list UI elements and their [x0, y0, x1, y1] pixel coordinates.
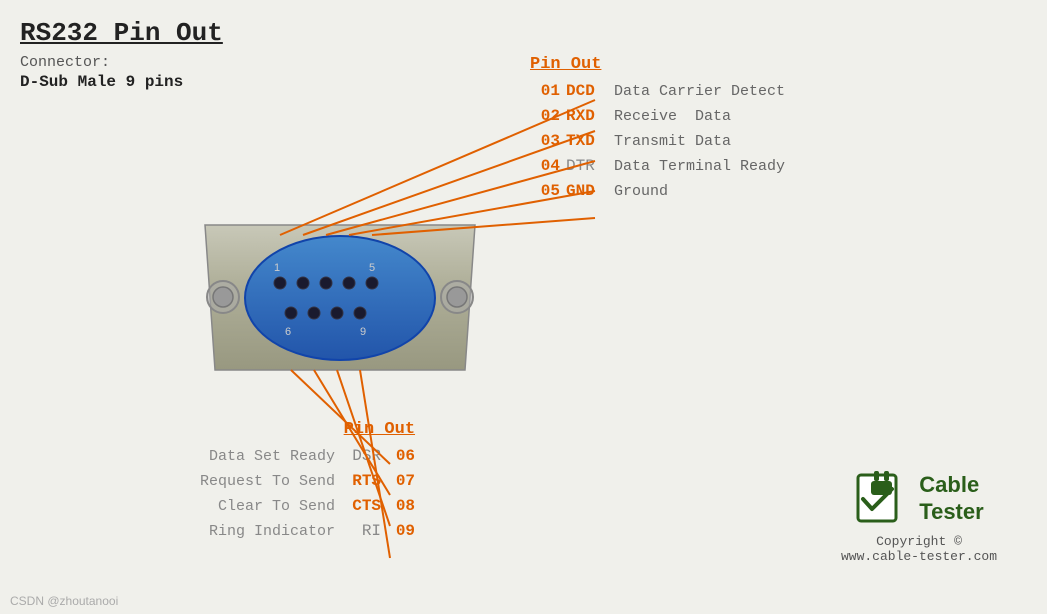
pin-num-07: 07 [385, 472, 415, 490]
cable-tester-logo: Cable Tester Copyright © www.cable-teste… [841, 471, 997, 564]
pin-desc-txd: Transmit Data [614, 133, 731, 150]
svg-text:6: 6 [285, 326, 291, 338]
pin-num-02: 02 [530, 107, 560, 125]
pin-entry-02: 02 RXD Receive Data [530, 107, 785, 125]
pin-desc-rxd: Receive Data [614, 108, 731, 125]
connector-label: Connector: [20, 54, 223, 71]
bottom-pin-list: Pin Out Data Set Ready DSR 06 Request To… [200, 420, 415, 547]
pin-entry-03: 03 TXD Transmit Data [530, 132, 785, 150]
pin-desc-ri: Ring Indicator [209, 523, 335, 540]
pin-entry-07: Request To Send RTS 07 [200, 472, 415, 490]
pin-num-08: 08 [385, 497, 415, 515]
pin-desc-rts: Request To Send [200, 473, 335, 490]
cable-tester-icon [854, 471, 909, 526]
pin-entry-05: 05 GND Ground [530, 182, 785, 200]
pin-abbr-dtr: DTR [566, 157, 606, 175]
top-pin-list: Pin Out 01 DCD Data Carrier Detect 02 RX… [530, 55, 785, 207]
logo-line2: Tester [919, 499, 983, 525]
pin-abbr-cts: CTS [343, 497, 381, 515]
pin-abbr-gnd: GND [566, 182, 606, 200]
svg-text:1: 1 [274, 262, 280, 274]
pin-abbr-ri: RI [343, 522, 381, 540]
pin-num-06: 06 [385, 447, 415, 465]
top-pin-header: Pin Out [530, 55, 785, 74]
pin-num-04: 04 [530, 157, 560, 175]
pin-desc-dcd: Data Carrier Detect [614, 83, 785, 100]
bottom-pin-header: Pin Out [200, 420, 415, 439]
pin-desc-dsr: Data Set Ready [209, 448, 335, 465]
main-container: RS232 Pin Out Connector: D-Sub Male 9 pi… [0, 0, 1047, 614]
connector-svg: 1 5 6 9 [195, 195, 485, 405]
pin-entry-08: Clear To Send CTS 08 [200, 497, 415, 515]
pin-num-09: 09 [385, 522, 415, 540]
copyright-text: Copyright © [876, 534, 962, 549]
pin-desc-cts: Clear To Send [218, 498, 335, 515]
pin-num-03: 03 [530, 132, 560, 150]
logo-line1: Cable [919, 472, 983, 498]
connector-type: D-Sub Male 9 pins [20, 73, 223, 91]
pin-abbr-dcd: DCD [566, 82, 606, 100]
logo-text: Cable Tester [919, 472, 983, 525]
pin-num-05: 05 [530, 182, 560, 200]
pin-desc-dtr: Data Terminal Ready [614, 158, 785, 175]
website-url: www.cable-tester.com [841, 549, 997, 564]
pin-abbr-dsr: DSR [343, 447, 381, 465]
pin-abbr-rxd: RXD [566, 107, 606, 125]
title-area: RS232 Pin Out Connector: D-Sub Male 9 pi… [20, 18, 223, 91]
page-title: RS232 Pin Out [20, 18, 223, 48]
logo-icon-row: Cable Tester [854, 471, 983, 526]
pin-desc-gnd: Ground [614, 183, 668, 200]
pin-entry-09: Ring Indicator RI 09 [200, 522, 415, 540]
watermark: CSDN @zhoutanooi [10, 594, 118, 608]
pin-entry-06: Data Set Ready DSR 06 [200, 447, 415, 465]
pin-entry-01: 01 DCD Data Carrier Detect [530, 82, 785, 100]
pin-entry-04: 04 DTR Data Terminal Ready [530, 157, 785, 175]
pin-num-01: 01 [530, 82, 560, 100]
pin-abbr-rts: RTS [343, 472, 381, 490]
pin-abbr-txd: TXD [566, 132, 606, 150]
svg-text:9: 9 [360, 326, 366, 338]
svg-text:5: 5 [369, 262, 375, 274]
